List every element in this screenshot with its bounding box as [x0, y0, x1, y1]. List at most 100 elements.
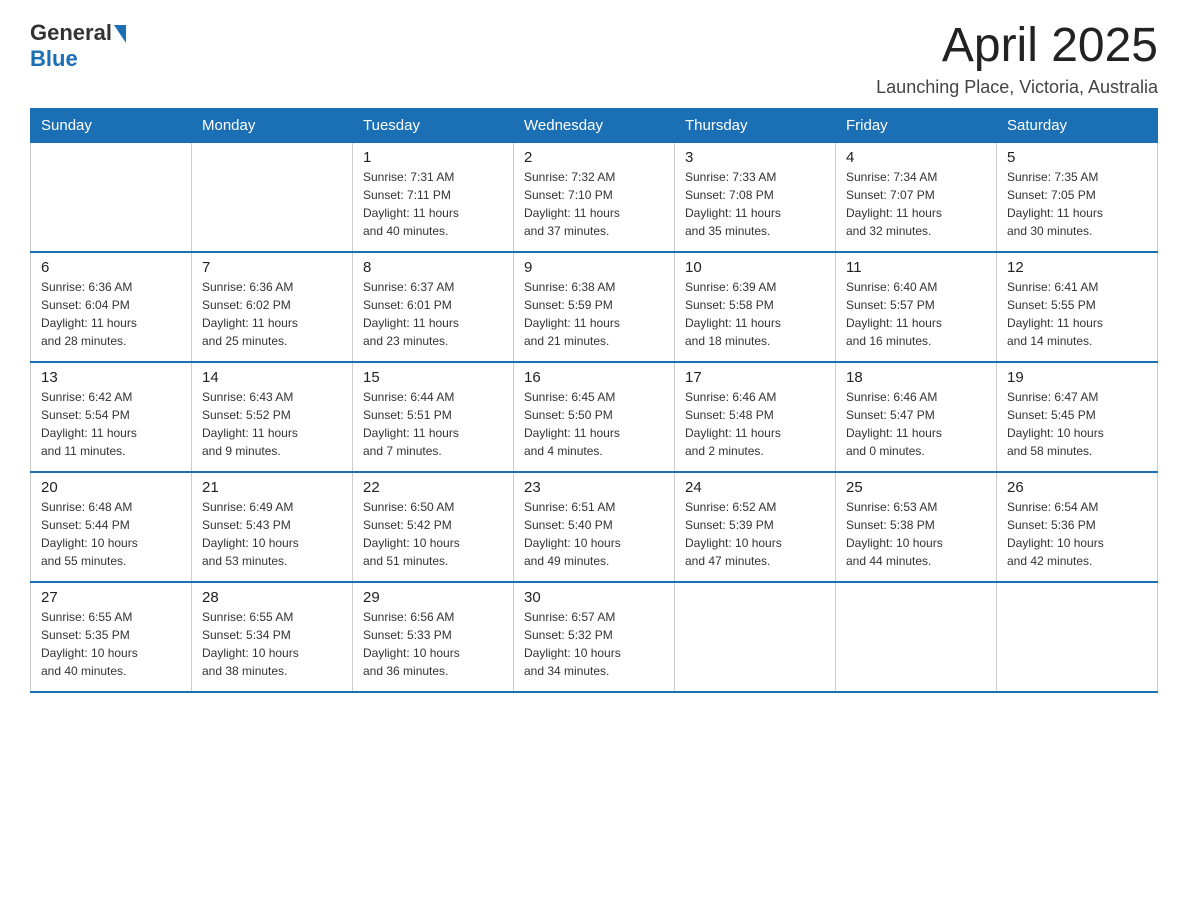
calendar-cell: 14 Sunrise: 6:43 AM Sunset: 5:52 PM Dayli…	[192, 362, 353, 472]
day-number: 28	[202, 589, 342, 606]
day-number: 25	[846, 479, 986, 496]
logo-triangle-icon	[114, 25, 126, 43]
day-number: 3	[685, 149, 825, 166]
day-info: Sunrise: 6:41 AM Sunset: 5:55 PM Dayligh…	[1007, 278, 1147, 350]
calendar-cell: 8 Sunrise: 6:37 AM Sunset: 6:01 PM Daylig…	[353, 252, 514, 362]
day-info: Sunrise: 6:39 AM Sunset: 5:58 PM Dayligh…	[685, 278, 825, 350]
day-info: Sunrise: 6:54 AM Sunset: 5:36 PM Dayligh…	[1007, 498, 1147, 570]
calendar-cell: 9 Sunrise: 6:38 AM Sunset: 5:59 PM Daylig…	[514, 252, 675, 362]
calendar-cell	[192, 142, 353, 252]
day-info: Sunrise: 7:34 AM Sunset: 7:07 PM Dayligh…	[846, 168, 986, 240]
day-number: 22	[363, 479, 503, 496]
day-number: 24	[685, 479, 825, 496]
calendar-cell: 16 Sunrise: 6:45 AM Sunset: 5:50 PM Dayli…	[514, 362, 675, 472]
weekday-header-monday: Monday	[192, 108, 353, 142]
day-info: Sunrise: 6:49 AM Sunset: 5:43 PM Dayligh…	[202, 498, 342, 570]
day-number: 2	[524, 149, 664, 166]
calendar-cell: 17 Sunrise: 6:46 AM Sunset: 5:48 PM Dayli…	[675, 362, 836, 472]
weekday-header-wednesday: Wednesday	[514, 108, 675, 142]
day-info: Sunrise: 6:36 AM Sunset: 6:02 PM Dayligh…	[202, 278, 342, 350]
day-info: Sunrise: 6:37 AM Sunset: 6:01 PM Dayligh…	[363, 278, 503, 350]
calendar-cell	[31, 142, 192, 252]
day-number: 7	[202, 259, 342, 276]
calendar-cell: 27Sunrise: 6:55 AM Sunset: 5:35 PM Dayli…	[31, 582, 192, 692]
day-info: Sunrise: 6:52 AM Sunset: 5:39 PM Dayligh…	[685, 498, 825, 570]
day-number: 19	[1007, 369, 1147, 386]
logo-general-text: General	[30, 20, 112, 46]
calendar-cell: 24 Sunrise: 6:52 AM Sunset: 5:39 PM Dayli…	[675, 472, 836, 582]
day-number: 21	[202, 479, 342, 496]
day-number: 13	[41, 369, 181, 386]
day-info: Sunrise: 6:45 AM Sunset: 5:50 PM Dayligh…	[524, 388, 664, 460]
calendar-header-row: SundayMondayTuesdayWednesdayThursdayFrid…	[31, 108, 1158, 142]
calendar-cell: 18Sunrise: 6:46 AM Sunset: 5:47 PM Dayli…	[836, 362, 997, 472]
day-info: Sunrise: 6:36 AM Sunset: 6:04 PM Dayligh…	[41, 278, 181, 350]
weekday-header-saturday: Saturday	[997, 108, 1158, 142]
day-number: 1	[363, 149, 503, 166]
calendar-week-row: 20 Sunrise: 6:48 AM Sunset: 5:44 PM Dayli…	[31, 472, 1158, 582]
day-info: Sunrise: 6:44 AM Sunset: 5:51 PM Dayligh…	[363, 388, 503, 460]
day-number: 6	[41, 259, 181, 276]
month-title: April 2025	[876, 20, 1158, 73]
day-info: Sunrise: 6:56 AM Sunset: 5:33 PM Dayligh…	[363, 608, 503, 680]
day-number: 27	[41, 589, 181, 606]
day-number: 9	[524, 259, 664, 276]
calendar-cell: 25 Sunrise: 6:53 AM Sunset: 5:38 PM Dayli…	[836, 472, 997, 582]
day-number: 16	[524, 369, 664, 386]
calendar-cell: 29 Sunrise: 6:56 AM Sunset: 5:33 PM Dayli…	[353, 582, 514, 692]
calendar-cell: 12 Sunrise: 6:41 AM Sunset: 5:55 PM Dayli…	[997, 252, 1158, 362]
weekday-header-thursday: Thursday	[675, 108, 836, 142]
calendar-cell: 4 Sunrise: 7:34 AM Sunset: 7:07 PM Daylig…	[836, 142, 997, 252]
day-info: Sunrise: 6:46 AM Sunset: 5:48 PM Dayligh…	[685, 388, 825, 460]
calendar-cell: 21 Sunrise: 6:49 AM Sunset: 5:43 PM Dayli…	[192, 472, 353, 582]
weekday-header-friday: Friday	[836, 108, 997, 142]
day-info: Sunrise: 7:35 AM Sunset: 7:05 PM Dayligh…	[1007, 168, 1147, 240]
day-number: 15	[363, 369, 503, 386]
weekday-header-tuesday: Tuesday	[353, 108, 514, 142]
day-number: 5	[1007, 149, 1147, 166]
logo: General Blue	[30, 20, 126, 72]
page-header: General Blue April 2025 Launching Place,…	[30, 20, 1158, 98]
calendar-cell	[836, 582, 997, 692]
day-number: 20	[41, 479, 181, 496]
day-info: Sunrise: 6:47 AM Sunset: 5:45 PM Dayligh…	[1007, 388, 1147, 460]
calendar-cell: 2Sunrise: 7:32 AM Sunset: 7:10 PM Daylig…	[514, 142, 675, 252]
weekday-header-sunday: Sunday	[31, 108, 192, 142]
calendar-cell: 20 Sunrise: 6:48 AM Sunset: 5:44 PM Dayli…	[31, 472, 192, 582]
calendar-week-row: 6 Sunrise: 6:36 AM Sunset: 6:04 PM Daylig…	[31, 252, 1158, 362]
calendar-cell: 7 Sunrise: 6:36 AM Sunset: 6:02 PM Daylig…	[192, 252, 353, 362]
day-number: 26	[1007, 479, 1147, 496]
calendar-cell: 28 Sunrise: 6:55 AM Sunset: 5:34 PM Dayli…	[192, 582, 353, 692]
calendar-cell: 6 Sunrise: 6:36 AM Sunset: 6:04 PM Daylig…	[31, 252, 192, 362]
calendar-cell: 30 Sunrise: 6:57 AM Sunset: 5:32 PM Dayli…	[514, 582, 675, 692]
day-info: Sunrise: 6:48 AM Sunset: 5:44 PM Dayligh…	[41, 498, 181, 570]
calendar-cell: 5 Sunrise: 7:35 AM Sunset: 7:05 PM Daylig…	[997, 142, 1158, 252]
day-info: Sunrise: 6:43 AM Sunset: 5:52 PM Dayligh…	[202, 388, 342, 460]
calendar-cell: 3 Sunrise: 7:33 AM Sunset: 7:08 PM Daylig…	[675, 142, 836, 252]
day-info: Sunrise: 7:33 AM Sunset: 7:08 PM Dayligh…	[685, 168, 825, 240]
day-number: 4	[846, 149, 986, 166]
day-info: Sunrise: 6:55 AM Sunset: 5:34 PM Dayligh…	[202, 608, 342, 680]
day-number: 18	[846, 369, 986, 386]
day-info: Sunrise: 6:40 AM Sunset: 5:57 PM Dayligh…	[846, 278, 986, 350]
day-info: Sunrise: 6:38 AM Sunset: 5:59 PM Dayligh…	[524, 278, 664, 350]
calendar-week-row: 27Sunrise: 6:55 AM Sunset: 5:35 PM Dayli…	[31, 582, 1158, 692]
calendar-cell: 15 Sunrise: 6:44 AM Sunset: 5:51 PM Dayli…	[353, 362, 514, 472]
calendar-cell	[997, 582, 1158, 692]
calendar-cell: 23Sunrise: 6:51 AM Sunset: 5:40 PM Dayli…	[514, 472, 675, 582]
calendar-week-row: 13 Sunrise: 6:42 AM Sunset: 5:54 PM Dayli…	[31, 362, 1158, 472]
day-number: 14	[202, 369, 342, 386]
day-info: Sunrise: 6:53 AM Sunset: 5:38 PM Dayligh…	[846, 498, 986, 570]
day-info: Sunrise: 7:31 AM Sunset: 7:11 PM Dayligh…	[363, 168, 503, 240]
day-number: 17	[685, 369, 825, 386]
day-info: Sunrise: 6:51 AM Sunset: 5:40 PM Dayligh…	[524, 498, 664, 570]
day-info: Sunrise: 6:57 AM Sunset: 5:32 PM Dayligh…	[524, 608, 664, 680]
calendar-cell: 10Sunrise: 6:39 AM Sunset: 5:58 PM Dayli…	[675, 252, 836, 362]
day-number: 8	[363, 259, 503, 276]
day-number: 12	[1007, 259, 1147, 276]
calendar-cell: 11Sunrise: 6:40 AM Sunset: 5:57 PM Dayli…	[836, 252, 997, 362]
day-info: Sunrise: 6:42 AM Sunset: 5:54 PM Dayligh…	[41, 388, 181, 460]
calendar-cell: 22Sunrise: 6:50 AM Sunset: 5:42 PM Dayli…	[353, 472, 514, 582]
day-number: 30	[524, 589, 664, 606]
day-number: 29	[363, 589, 503, 606]
